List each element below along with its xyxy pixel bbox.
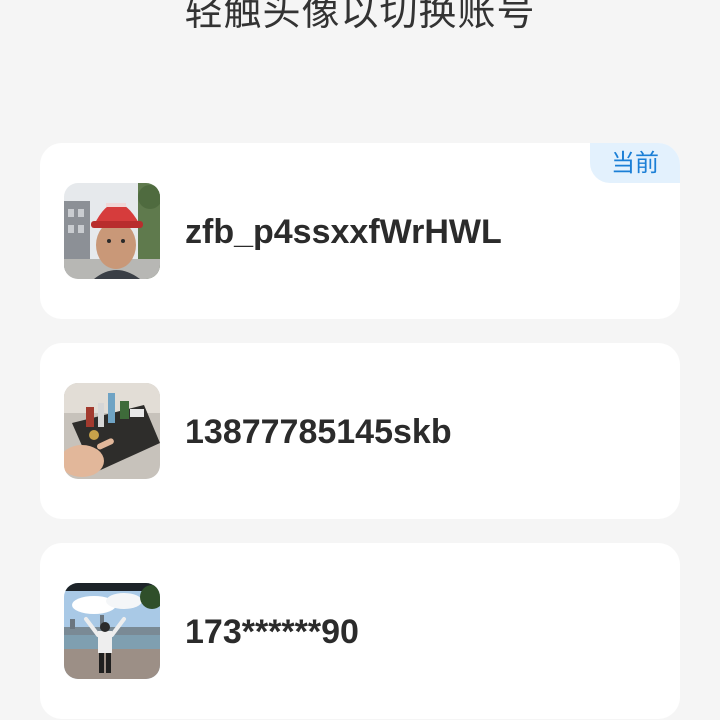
current-badge: 当前 xyxy=(590,143,680,183)
page-title: 轻触头像以切换账号 xyxy=(184,0,536,34)
account-name: 13877785145skb xyxy=(185,413,452,451)
avatar[interactable] xyxy=(64,383,160,479)
avatar[interactable] xyxy=(64,183,160,279)
avatar[interactable] xyxy=(64,583,160,679)
account-name: 173******90 xyxy=(185,613,359,651)
desk-items-photo-icon xyxy=(64,383,160,479)
construction-helmet-photo-icon xyxy=(64,183,160,279)
outdoor-person-photo-icon xyxy=(64,583,160,679)
account-card[interactable]: 173******90 xyxy=(40,543,680,719)
account-card[interactable]: zfb_p4ssxxfWrHWL 当前 xyxy=(40,143,680,319)
account-name: zfb_p4ssxxfWrHWL xyxy=(185,213,502,251)
account-card[interactable]: 13877785145skb xyxy=(40,343,680,519)
